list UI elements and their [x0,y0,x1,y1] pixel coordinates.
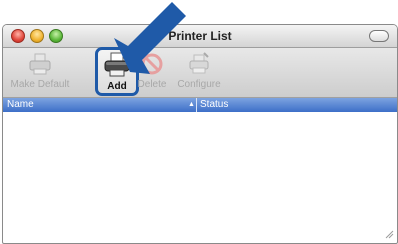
column-header-status[interactable]: Status [200,99,228,110]
printer-list[interactable] [3,112,397,242]
toolbar: Make Default Add Delete Configure [3,47,397,98]
arrow-icon [114,2,186,74]
column-header-name[interactable]: Name [7,99,34,110]
resize-grip-icon[interactable] [384,229,394,239]
column-divider [196,98,197,112]
add-label: Add [107,81,127,92]
printer-icon [29,53,51,75]
toolbar-toggle-button[interactable] [369,30,389,42]
printer-list-window: Printer List Make Default Add Delete Con… [2,24,398,244]
list-header: Name ▲ Status [3,98,397,112]
make-default-label: Make Default [10,79,70,90]
sort-ascending-icon: ▲ [188,101,195,108]
delete-label: Delete [137,79,167,90]
title-bar[interactable]: Printer List [3,25,397,48]
configure-label: Configure [177,79,221,90]
window-title: Printer List [168,29,232,43]
make-default-button[interactable]: Make Default [7,51,73,95]
